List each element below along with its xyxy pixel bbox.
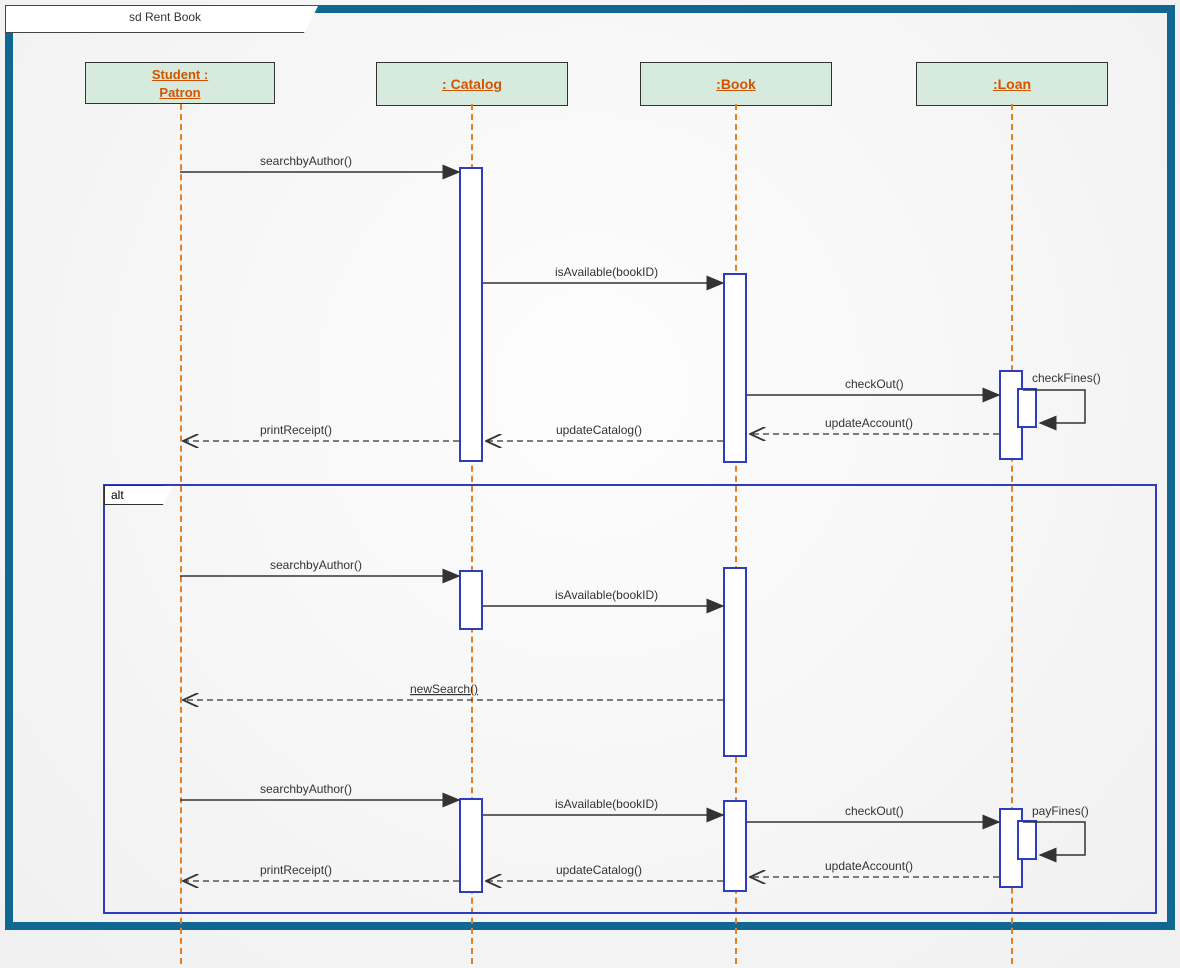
activation-catalog-3: [459, 798, 483, 893]
alt-operator-text: alt: [111, 488, 124, 502]
diagram-canvas: sd Rent Book Student : Patron : Catalog …: [0, 0, 1180, 968]
activation-loan-self-2: [1017, 820, 1037, 860]
participant-book-label: :Book: [716, 76, 756, 92]
activation-book-3: [723, 800, 747, 892]
participant-patron: Student : Patron: [85, 62, 275, 104]
activation-catalog-1: [459, 167, 483, 462]
sd-frame-label-text: sd Rent Book: [129, 10, 201, 24]
sd-frame-label: sd Rent Book: [5, 5, 305, 33]
participant-catalog-label: : Catalog: [442, 76, 502, 92]
participant-book: :Book: [640, 62, 832, 106]
activation-catalog-2: [459, 570, 483, 630]
activation-loan-self-1: [1017, 388, 1037, 428]
activation-book-2: [723, 567, 747, 757]
participant-loan-label: :Loan: [993, 76, 1031, 92]
participant-loan: :Loan: [916, 62, 1108, 106]
alt-operator-label: alt: [104, 485, 164, 505]
participant-catalog: : Catalog: [376, 62, 568, 106]
activation-book-1: [723, 273, 747, 463]
participant-patron-label: Student : Patron: [86, 66, 274, 102]
